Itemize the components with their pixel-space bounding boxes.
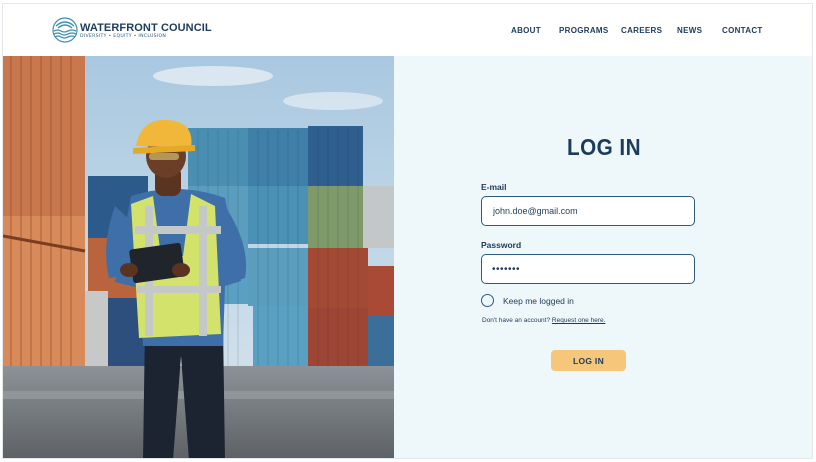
nav-contact[interactable]: CONTACT bbox=[722, 26, 763, 35]
brand-tagline: DIVERSITY • EQUITY • INCLUSION bbox=[80, 34, 167, 39]
nav-news[interactable]: NEWS bbox=[677, 26, 702, 35]
wave-circle-logo-icon bbox=[52, 17, 78, 43]
nav-programs[interactable]: PROGRAMS bbox=[559, 26, 609, 35]
password-label: Password bbox=[481, 240, 522, 250]
hero-photo bbox=[3, 56, 394, 458]
page-frame: WATERFRONT COUNCIL DIVERSITY • EQUITY • … bbox=[2, 3, 813, 459]
keep-logged-in-label: Keep me logged in bbox=[503, 296, 574, 306]
password-field[interactable] bbox=[481, 254, 695, 284]
site-header: WATERFRONT COUNCIL DIVERSITY • EQUITY • … bbox=[3, 4, 812, 56]
brand-logo[interactable]: WATERFRONT COUNCIL DIVERSITY • EQUITY • … bbox=[52, 17, 212, 45]
login-button[interactable]: LOG IN bbox=[551, 350, 626, 371]
nav-about[interactable]: ABOUT bbox=[511, 26, 541, 35]
nav-careers[interactable]: CAREERS bbox=[621, 26, 662, 35]
login-panel: LOG IN E-mail Password ••••••• Keep me l… bbox=[394, 56, 812, 458]
brand-title: WATERFRONT COUNCIL bbox=[80, 22, 212, 34]
email-label: E-mail bbox=[481, 182, 507, 192]
request-account-link[interactable]: Request one here. bbox=[552, 317, 605, 324]
email-field[interactable] bbox=[481, 196, 695, 226]
container-yard-illustration bbox=[3, 56, 394, 458]
keep-logged-in-checkbox[interactable] bbox=[481, 294, 494, 307]
page-title: LOG IN bbox=[566, 134, 641, 160]
account-prompt: Don't have an account? Request one here. bbox=[482, 317, 605, 324]
account-prompt-text: Don't have an account? bbox=[482, 317, 551, 324]
